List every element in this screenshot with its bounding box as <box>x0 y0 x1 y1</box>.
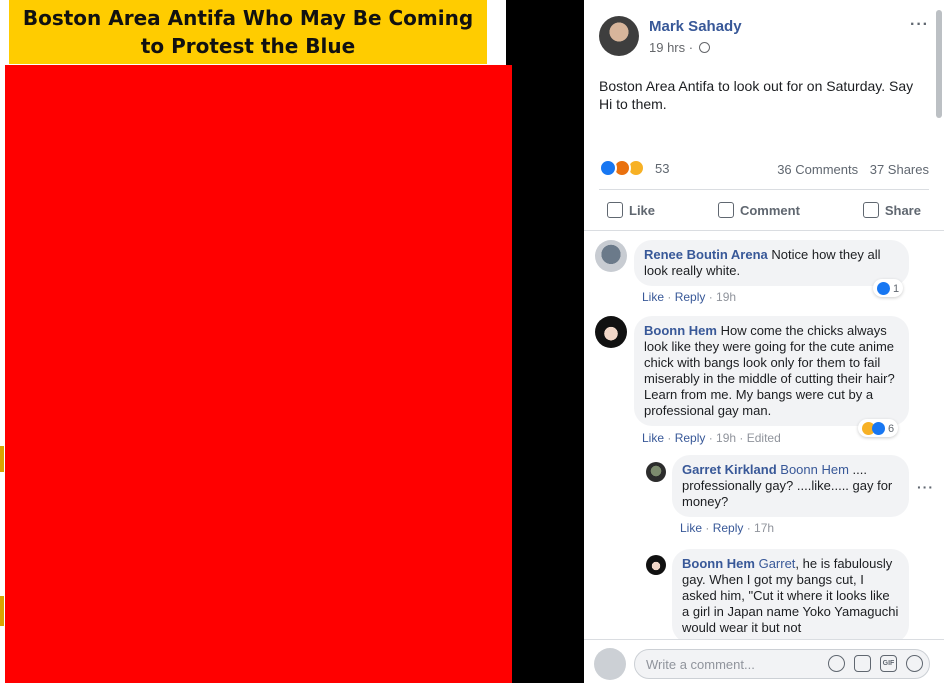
reply-bubble: Boonn Hem Garret, he is fabulously gay. … <box>672 549 909 639</box>
reply-item: Garret Kirkland Boonn Hem .... professio… <box>584 455 936 543</box>
reactions-row: 53 36 Comments 37 Shares <box>599 158 929 180</box>
share-label: Share <box>884 202 921 218</box>
comment-edited[interactable]: Edited <box>747 431 781 445</box>
comment-like-link[interactable]: Like <box>642 431 664 445</box>
comment-like-link[interactable]: Like <box>642 290 664 304</box>
comment-reaction-count: 1 <box>893 282 900 295</box>
post-text: Boston Area Antifa to look out for on Sa… <box>599 78 914 112</box>
composer-icons: GIF <box>828 655 923 672</box>
reply-time[interactable]: 17h <box>754 521 774 535</box>
globe-icon <box>698 42 710 53</box>
post-image[interactable]: Boston Area Antifa Who May Be Coming to … <box>0 0 584 683</box>
comment-bubble: Renee Boutin Arena Notice how they all l… <box>634 240 909 286</box>
commenter-name[interactable]: Boonn Hem <box>644 323 717 338</box>
post-actions: Like Comment Share <box>599 196 929 224</box>
thumbs-up-icon <box>607 202 623 218</box>
like-button[interactable]: Like <box>599 196 663 224</box>
divider <box>599 189 929 190</box>
commenter-name[interactable]: Renee Boutin Arena <box>644 247 768 262</box>
comment-meta: Like · Reply · 19h <box>642 290 737 304</box>
comment-bubble-icon <box>717 202 734 218</box>
post-panel: Mark Sahady 19 hrs · ··· Boston Area Ant… <box>584 0 944 683</box>
comment-composer: Write a comment... GIF <box>584 639 944 683</box>
comment-label: Comment <box>739 202 800 218</box>
comment-time[interactable]: 19h <box>716 431 736 445</box>
camera-icon[interactable] <box>854 655 871 672</box>
post-time-text[interactable]: 19 hrs <box>649 40 685 55</box>
redaction-block <box>5 65 512 683</box>
like-reaction-icon <box>877 282 890 295</box>
image-edge-marks <box>0 446 5 626</box>
post-timestamp: 19 hrs · <box>649 40 710 55</box>
shares-count[interactable]: 37 Shares <box>870 162 929 177</box>
comment-item: Boonn Hem How come the chicks always loo… <box>584 311 936 451</box>
comments-list: Renee Boutin Arena Notice how they all l… <box>584 231 936 639</box>
replier-name[interactable]: Boonn Hem <box>682 556 755 571</box>
reply-item: Boonn Hem Garret, he is fabulously gay. … <box>584 549 936 639</box>
gif-icon[interactable]: GIF <box>880 655 897 672</box>
reply-like-link[interactable]: Like <box>680 521 702 535</box>
comment-time[interactable]: 19h <box>716 290 736 304</box>
time-separator: · <box>688 40 694 55</box>
comment-reaction-count: 6 <box>888 422 895 435</box>
comment-reply-link[interactable]: Reply <box>675 431 706 445</box>
like-reaction-icon <box>599 159 617 177</box>
share-arrow-icon <box>862 202 879 218</box>
screenshot-root: Boston Area Antifa Who May Be Coming to … <box>0 0 944 683</box>
reply-bubble: Garret Kirkland Boonn Hem .... professio… <box>672 455 909 517</box>
reaction-icons[interactable] <box>599 158 655 178</box>
sticker-icon[interactable] <box>906 655 923 672</box>
replier-avatar[interactable] <box>646 555 666 575</box>
like-label: Like <box>629 202 656 218</box>
comment-reaction-badge[interactable]: 1 <box>873 279 904 297</box>
comment-item: Renee Boutin Arena Notice how they all l… <box>584 231 936 309</box>
comment-button[interactable]: Comment <box>710 196 808 224</box>
reply-mention[interactable]: Garret <box>759 556 796 571</box>
comment-bubble: Boonn Hem How come the chicks always loo… <box>634 316 909 426</box>
emoji-icon[interactable] <box>828 655 845 672</box>
like-reaction-icon <box>872 422 885 435</box>
more-options-icon[interactable]: ··· <box>910 16 929 34</box>
viewer-avatar <box>594 648 626 680</box>
comment-reaction-badge[interactable]: 6 <box>858 419 899 437</box>
post-header: Mark Sahady 19 hrs · ··· <box>599 16 929 58</box>
share-button[interactable]: Share <box>855 196 929 224</box>
replier-name[interactable]: Garret Kirkland <box>682 462 777 477</box>
reply-more-icon[interactable]: ··· <box>917 479 934 495</box>
comment-reply-link[interactable]: Reply <box>675 290 706 304</box>
author-avatar[interactable] <box>599 16 639 56</box>
comment-meta: Like · Reply · 19h · Edited <box>642 431 781 445</box>
image-banner-title: Boston Area Antifa Who May Be Coming to … <box>22 6 474 58</box>
comment-placeholder: Write a comment... <box>646 657 755 672</box>
comment-input[interactable]: Write a comment... GIF <box>634 649 930 679</box>
reply-reply-link[interactable]: Reply <box>713 521 744 535</box>
reply-mention[interactable]: Boonn Hem <box>780 462 849 477</box>
commenter-avatar[interactable] <box>595 240 627 272</box>
engagement-counts: 36 Comments 37 Shares <box>777 162 929 177</box>
image-banner: Boston Area Antifa Who May Be Coming to … <box>9 0 487 64</box>
replier-avatar[interactable] <box>646 462 666 482</box>
reply-meta: Like · Reply · 17h <box>680 521 775 535</box>
comments-count[interactable]: 36 Comments <box>777 162 858 177</box>
author-name[interactable]: Mark Sahady <box>649 18 742 35</box>
reaction-count[interactable]: 53 <box>655 161 669 176</box>
commenter-avatar[interactable] <box>595 316 627 348</box>
panel-scrollbar[interactable] <box>936 10 942 118</box>
